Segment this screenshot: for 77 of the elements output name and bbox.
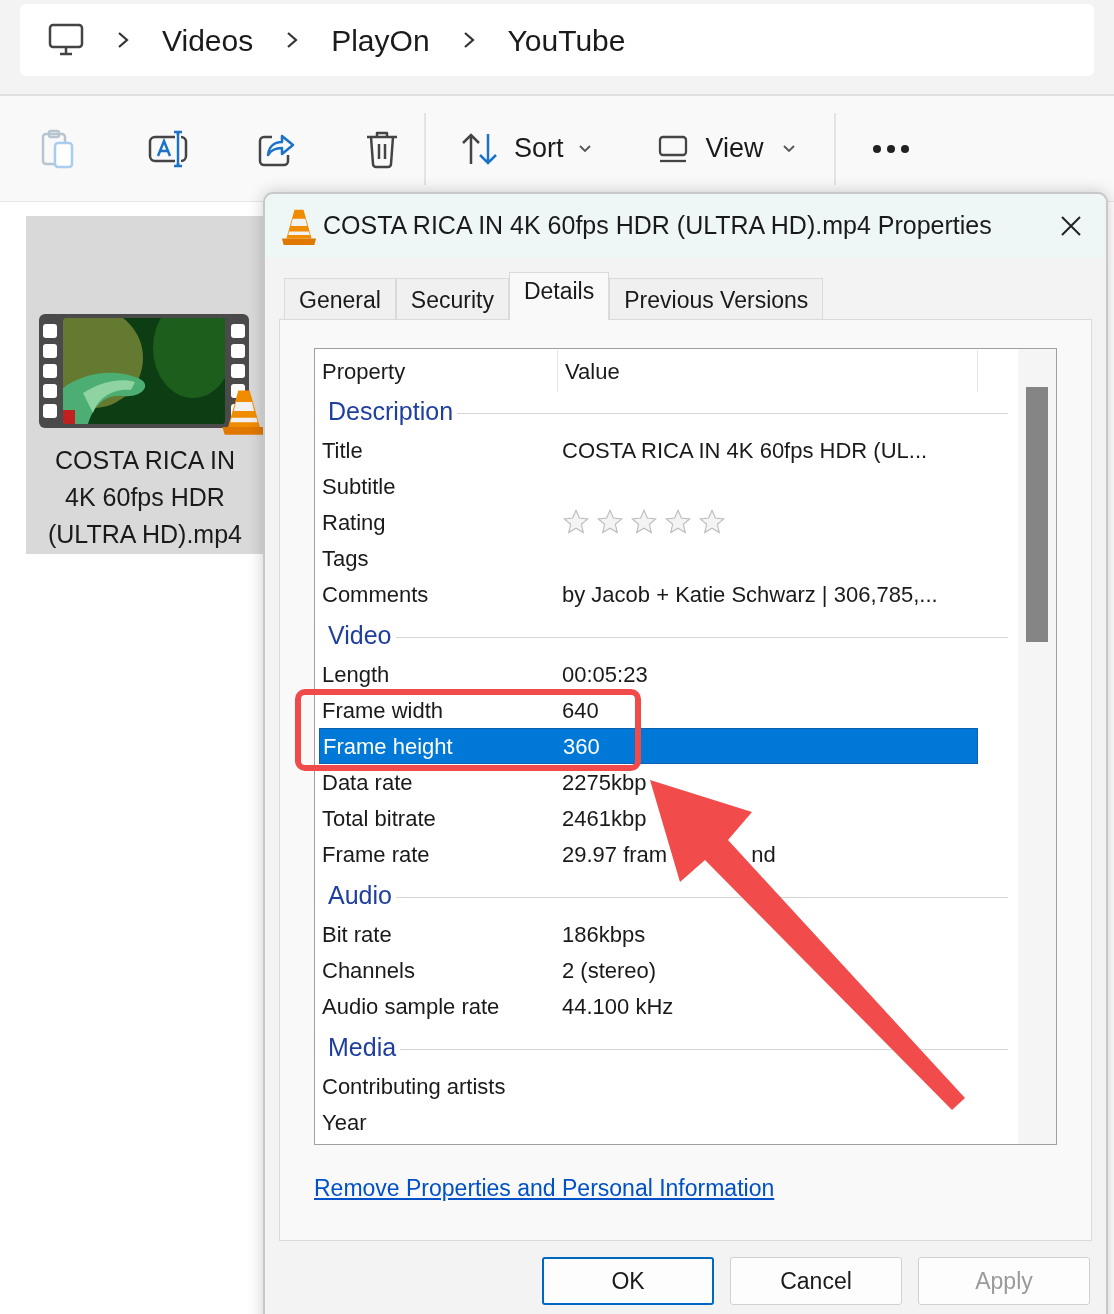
property-row[interactable]: Title COSTA RICA IN 4K 60fps HDR (UL...: [319, 432, 928, 468]
scrollbar[interactable]: [1018, 349, 1056, 1144]
property-value: 2461kbp: [562, 804, 647, 833]
dialog-button[interactable]: OK: [542, 1257, 714, 1305]
view-button[interactable]: View: [657, 118, 796, 179]
property-value: 640: [562, 696, 599, 725]
section-header: Video: [328, 620, 392, 652]
property-value: 29.97 fram: [562, 840, 668, 869]
property-name: Rating: [321, 508, 387, 537]
property-row[interactable]: Audio sample rate 44.100 kHz: [319, 988, 674, 1024]
property-name: Comments: [321, 580, 430, 609]
caret-icon: [781, 143, 796, 154]
remove-properties-link[interactable]: Remove Properties and Personal Information: [314, 1175, 775, 1201]
property-name: Frame rate: [321, 840, 431, 869]
tab[interactable]: Previous Versions: [609, 278, 824, 320]
property-name: Title: [321, 436, 364, 465]
property-row[interactable]: Year: [319, 1104, 562, 1140]
breadcrumb-item[interactable]: Videos: [162, 17, 254, 63]
property-row[interactable]: Length 00:05:23: [319, 656, 648, 692]
property-row[interactable]: Rating: [319, 504, 726, 540]
property-row[interactable]: Tags: [319, 540, 562, 576]
breadcrumb-item[interactable]: PlayOn: [331, 17, 430, 63]
property-value: 360: [563, 732, 600, 761]
property-name: Total bitrate: [321, 804, 437, 833]
property-value: 44.100 kHz: [562, 992, 674, 1021]
dialog-button[interactable]: Cancel: [730, 1257, 902, 1305]
sort-button[interactable]: Sort: [460, 118, 592, 179]
chevron-right-icon: [116, 30, 130, 50]
property-row[interactable]: Frame height 360: [319, 728, 978, 764]
property-row[interactable]: Frame width 640: [319, 692, 599, 728]
property-value: by Jacob + Katie Schwarz | 306,785,...: [562, 580, 938, 609]
column-header[interactable]: Value: [558, 350, 978, 392]
caret-icon: [577, 143, 592, 154]
property-row[interactable]: Contributing artists: [319, 1068, 562, 1104]
property-name: Frame height: [322, 732, 454, 761]
property-row[interactable]: Comments by Jacob + Katie Schwarz | 306,785,...: [319, 576, 938, 612]
property-name: Channels: [321, 956, 416, 985]
view-icon: [657, 133, 688, 164]
section-header: Media: [328, 1032, 397, 1064]
property-name: Length: [321, 660, 391, 689]
star-icon[interactable]: [698, 508, 726, 536]
property-name: Audio sample rate: [321, 992, 501, 1021]
section-header: Description: [328, 396, 454, 428]
star-icon[interactable]: [664, 508, 692, 536]
property-row[interactable]: Bit rate 186kbps: [319, 916, 646, 952]
property-value: nd: [751, 840, 776, 869]
property-name: Data rate: [321, 768, 414, 797]
property-row[interactable]: Channels 2 (stereo): [319, 952, 657, 988]
property-name: Frame width: [321, 696, 445, 725]
section-header: Audio: [328, 880, 392, 912]
tab[interactable]: General: [284, 278, 396, 320]
chevron-right-icon: [285, 30, 300, 50]
star-icon[interactable]: [596, 508, 624, 536]
property-row[interactable]: Total bitrate 2461kbp: [319, 800, 647, 836]
monitor-icon[interactable]: [48, 23, 84, 57]
rename-icon: [148, 128, 188, 169]
star-icon[interactable]: [562, 508, 590, 536]
property-value: COSTA RICA IN 4K 60fps HDR (UL...: [562, 436, 928, 465]
property-value: 2 (stereo): [562, 956, 657, 985]
property-value: 186kbps: [562, 920, 646, 949]
property-name: Bit rate: [321, 920, 393, 949]
tab[interactable]: Details: [508, 272, 610, 320]
property-value: 2275kbp: [562, 768, 647, 797]
property-value: 00:05:23: [562, 660, 648, 689]
breadcrumb-item[interactable]: YouTube: [507, 17, 626, 63]
property-row[interactable]: Data rate 2275kbp: [319, 764, 647, 800]
star-icon[interactable]: [630, 508, 658, 536]
paste-icon: [40, 128, 76, 169]
column-header[interactable]: Property: [315, 350, 558, 392]
window-title: COSTA RICA IN 4K 60fps HDR (ULTRA HD).mp4 Properties: [323, 210, 993, 242]
tab[interactable]: Security: [395, 278, 509, 320]
property-row[interactable]: Subtitle: [319, 468, 562, 504]
file-name: COSTA RICA IN 4K 60fps HDR (ULTRA HD).mp4: [48, 445, 242, 550]
close-icon[interactable]: [1060, 215, 1082, 237]
property-row[interactable]: Frame rate 29.97 fram: [319, 836, 668, 872]
file-tile[interactable]: COSTA RICA IN 4K 60fps HDR (ULTRA HD).mp4: [26, 216, 264, 554]
more-icon: [871, 143, 910, 154]
